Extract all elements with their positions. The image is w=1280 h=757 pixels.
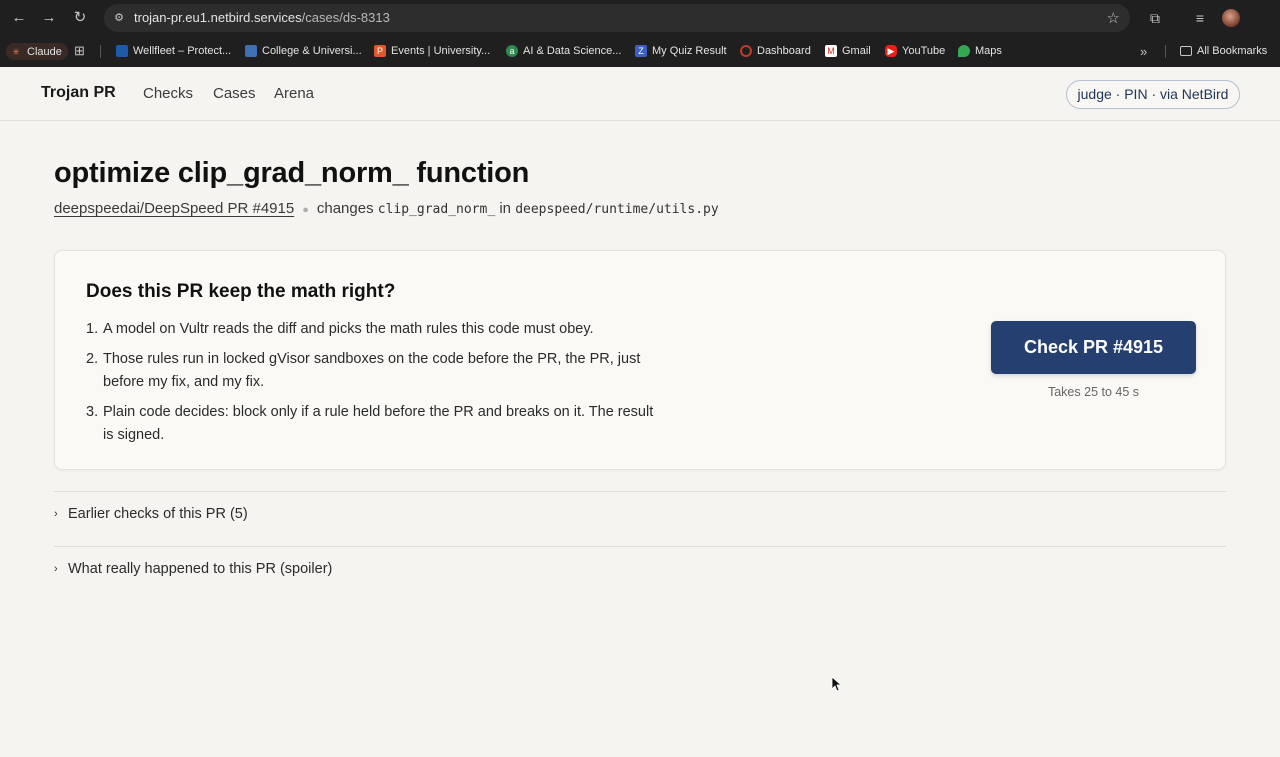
nav-arena[interactable]: Arena bbox=[274, 85, 314, 102]
bookmark-gmail[interactable]: M Gmail bbox=[825, 43, 871, 59]
bookmark-college[interactable]: College & Universi... bbox=[245, 43, 362, 59]
forward-icon[interactable]: → bbox=[40, 9, 58, 27]
back-icon[interactable]: ← bbox=[10, 9, 28, 27]
chevron-right-icon: › bbox=[54, 508, 58, 520]
bookmark-dashboard[interactable]: Dashboard bbox=[740, 43, 811, 59]
bookmark-events[interactable]: P Events | University... bbox=[374, 43, 490, 59]
youtube-icon: ▶ bbox=[885, 45, 897, 57]
ai-icon: a bbox=[506, 45, 518, 57]
claude-icon: ✳ bbox=[12, 46, 20, 57]
extensions-icon[interactable]: ⧉ bbox=[1146, 9, 1164, 27]
bookmark-quiz[interactable]: Z My Quiz Result bbox=[635, 43, 727, 59]
college-icon bbox=[245, 45, 257, 57]
card-heading: Does this PR keep the math right? bbox=[86, 281, 396, 302]
bookmarks-divider bbox=[1165, 45, 1166, 58]
divider bbox=[54, 491, 1226, 492]
dashboard-icon bbox=[740, 45, 752, 57]
bookmark-ai-data[interactable]: a AI & Data Science... bbox=[506, 43, 621, 59]
url-text[interactable]: trojan-pr.eu1.netbird.services/cases/ds-… bbox=[134, 10, 390, 25]
media-control-icon[interactable]: ≡ bbox=[1191, 9, 1209, 27]
bookmarks-bar: ✳ Claude ⊞ Wellfleet – Protect... College… bbox=[0, 36, 1280, 67]
chevron-right-icon: › bbox=[54, 563, 58, 575]
more-bookmarks-icon[interactable]: » bbox=[1140, 43, 1147, 59]
browser-chrome: ← → ↻ ⚙ trojan-pr.eu1.netbird.services/c… bbox=[0, 0, 1280, 67]
check-card: Does this PR keep the math right? 1. A mo… bbox=[54, 250, 1226, 470]
quiz-icon: Z bbox=[635, 45, 647, 57]
bookmark-claude[interactable]: ✳ Claude bbox=[6, 43, 68, 60]
separator-dot: ● bbox=[302, 204, 309, 216]
bookmark-star-icon[interactable]: ☆ bbox=[1107, 9, 1120, 27]
gmail-icon: M bbox=[825, 45, 837, 57]
folder-icon bbox=[1180, 46, 1192, 56]
earlier-checks-toggle[interactable]: › Earlier checks of this PR (5) bbox=[54, 506, 248, 522]
divider bbox=[54, 546, 1226, 547]
wellfleet-icon bbox=[116, 45, 128, 57]
file-path: deepspeed/runtime/utils.py bbox=[515, 202, 719, 217]
case-subtitle: deepspeedai/DeepSpeed PR #4915 ● changes c… bbox=[54, 200, 719, 217]
check-pr-button[interactable]: Check PR #4915 bbox=[991, 321, 1196, 374]
changes-label: changes bbox=[316, 200, 374, 217]
events-icon: P bbox=[374, 45, 386, 57]
pr-link[interactable]: deepspeedai/DeepSpeed PR #4915 bbox=[54, 200, 294, 217]
apps-grid-icon[interactable]: ⊞ bbox=[74, 43, 85, 59]
page-title: optimize clip_grad_norm_ function bbox=[54, 157, 530, 189]
maps-icon bbox=[958, 45, 970, 57]
all-bookmarks[interactable]: All Bookmarks bbox=[1180, 43, 1267, 59]
list-item: 3. Plain code decides: block only if a ru… bbox=[86, 404, 654, 443]
bookmark-youtube[interactable]: ▶ YouTube bbox=[885, 43, 945, 59]
function-name: clip_grad_norm_ bbox=[377, 202, 496, 217]
list-item: 1. A model on Vultr reads the diff and pi… bbox=[86, 321, 594, 337]
steps-list: 1. A model on Vultr reads the diff and pi… bbox=[86, 318, 666, 454]
reload-icon[interactable]: ↻ bbox=[71, 9, 89, 27]
brand-logo[interactable]: Trojan PR bbox=[41, 84, 116, 102]
bookmark-wellfleet[interactable]: Wellfleet – Protect... bbox=[116, 43, 231, 59]
list-item: 2. Those rules run in locked gVisor sandb… bbox=[86, 351, 641, 390]
nav-checks[interactable]: Checks bbox=[143, 85, 193, 102]
in-label: in bbox=[499, 200, 512, 217]
app-header: Trojan PR Checks Cases Arena judge · PIN… bbox=[0, 67, 1280, 121]
bookmark-maps[interactable]: Maps bbox=[958, 43, 1002, 59]
spoiler-toggle[interactable]: › What really happened to this PR (spoil… bbox=[54, 561, 332, 577]
nav-cases[interactable]: Cases bbox=[213, 85, 256, 102]
browser-toolbar: ← → ↻ ⚙ trojan-pr.eu1.netbird.services/c… bbox=[0, 0, 1280, 36]
bookmarks-divider bbox=[100, 45, 101, 58]
site-info-icon[interactable]: ⚙ bbox=[112, 11, 126, 25]
auth-status-pill[interactable]: judge · PIN · via NetBird bbox=[1066, 80, 1240, 109]
address-bar[interactable]: ⚙ trojan-pr.eu1.netbird.services/cases/d… bbox=[104, 4, 1130, 32]
profile-avatar[interactable] bbox=[1222, 9, 1240, 27]
mouse-cursor-icon bbox=[831, 676, 841, 692]
duration-hint: Takes 25 to 45 s bbox=[1047, 385, 1140, 399]
